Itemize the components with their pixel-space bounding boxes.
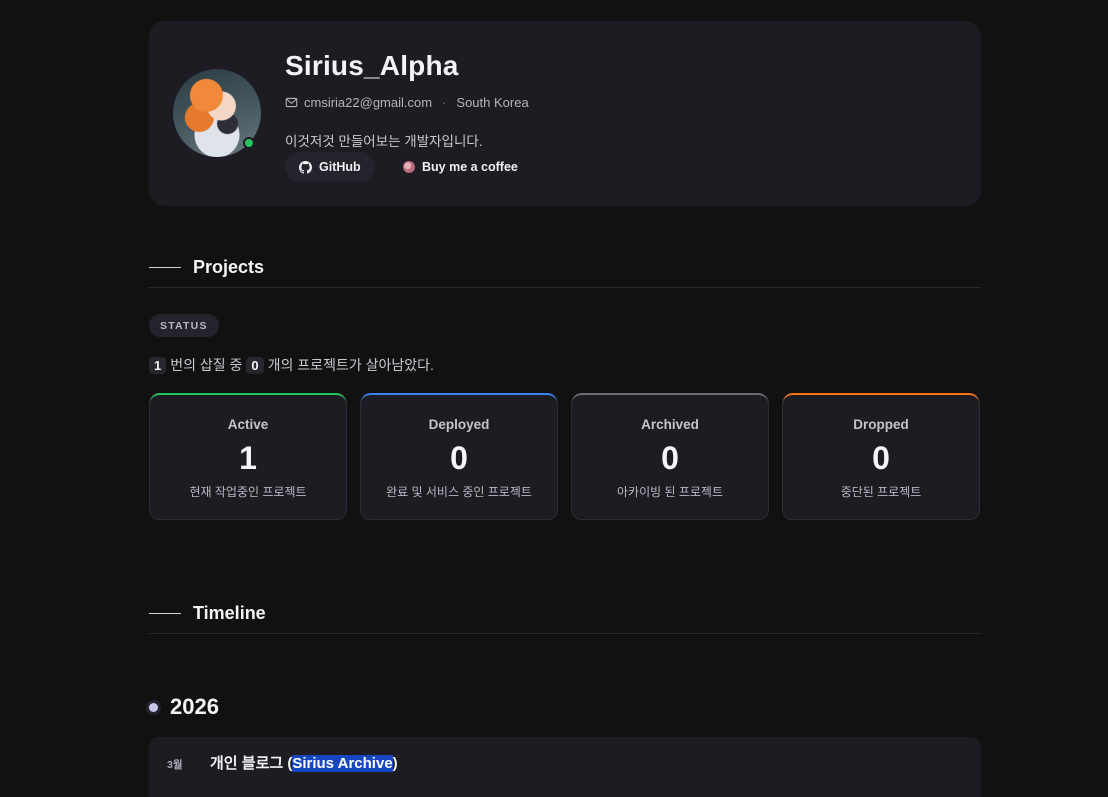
profile-location: South Korea	[456, 95, 529, 110]
avatar	[173, 69, 261, 157]
card-accent-bar	[150, 393, 346, 405]
page-container: Sirius_Alpha cmsiria22@gmail.com · South…	[149, 21, 981, 797]
year-label: 2026	[170, 694, 219, 719]
entry-title: 개인 블로그 (Sirius Archive)	[210, 752, 398, 773]
card-description: 중단된 프로젝트	[840, 485, 922, 499]
status-card-archived[interactable]: Archived 0 아카이빙 된 프로젝트	[571, 393, 769, 520]
card-label: Active	[227, 417, 269, 432]
timeline-entry[interactable]: 3월 개인 블로그 (Sirius Archive)	[149, 737, 981, 797]
attempts-count: 1	[149, 356, 167, 374]
card-description: 완료 및 서비스 중인 프로젝트	[386, 485, 532, 499]
card-accent-bar	[361, 393, 557, 405]
entry-month: 3월	[167, 759, 183, 771]
card-count: 0	[661, 440, 679, 476]
coffee-icon	[403, 161, 415, 173]
buy-me-a-coffee-button[interactable]: Buy me a coffee	[389, 152, 532, 182]
summary-text-b: 개의 프로젝트가 살아남았다.	[267, 357, 434, 373]
online-status-dot	[243, 137, 255, 149]
card-accent-bar	[572, 393, 768, 405]
card-label: Archived	[641, 417, 699, 432]
github-label: GitHub	[319, 160, 361, 174]
card-description: 아카이빙 된 프로젝트	[616, 485, 724, 499]
card-label: Deployed	[428, 417, 490, 432]
mail-icon	[285, 97, 298, 108]
card-accent-bar	[783, 393, 979, 405]
card-count: 0	[450, 440, 468, 476]
summary-text-a: 번의 삽질 중	[170, 357, 243, 373]
profile-email[interactable]: cmsiria22@gmail.com	[304, 95, 432, 110]
card-count: 1	[239, 440, 257, 476]
projects-heading: Projects	[193, 257, 265, 277]
timeline-heading: Timeline	[193, 603, 266, 623]
profile-name: Sirius_Alpha	[285, 50, 459, 81]
status-badge: STATUS	[149, 314, 219, 337]
card-label: Dropped	[853, 417, 909, 432]
status-cards: Active 1 현재 작업중인 프로젝트 Deployed 0 완료 및 서비…	[149, 393, 981, 520]
projects-section-header: Projects	[149, 247, 981, 288]
github-icon	[299, 160, 312, 174]
entry-title-prefix: 개인 블로그 (	[210, 755, 293, 772]
profile-bio: 이것저것 만들어보는 개발자입니다.	[285, 134, 483, 149]
entry-title-suffix: )	[392, 755, 398, 772]
timeline-year: 2026	[149, 694, 219, 720]
heading-rule	[149, 267, 181, 268]
github-button[interactable]: GitHub	[285, 152, 375, 182]
status-card-deployed[interactable]: Deployed 0 완료 및 서비스 중인 프로젝트	[360, 393, 558, 520]
status-card-dropped[interactable]: Dropped 0 중단된 프로젝트	[782, 393, 980, 520]
heading-rule	[149, 613, 181, 614]
timeline-section-header: Timeline	[149, 593, 981, 634]
coffee-label: Buy me a coffee	[422, 160, 518, 174]
profile-card: Sirius_Alpha cmsiria22@gmail.com · South…	[149, 21, 981, 206]
status-card-active[interactable]: Active 1 현재 작업중인 프로젝트	[149, 393, 347, 520]
profile-meta: cmsiria22@gmail.com · South Korea	[285, 95, 529, 110]
meta-separator: ·	[442, 95, 447, 110]
entry-title-highlight: Sirius Archive	[292, 755, 393, 772]
card-description: 현재 작업중인 프로젝트	[189, 485, 307, 499]
card-count: 0	[872, 440, 890, 476]
survived-count: 0	[246, 356, 264, 374]
timeline-dot	[149, 702, 158, 712]
projects-summary: 1 번의 삽질 중 0 개의 프로젝트가 살아남았다.	[149, 355, 434, 375]
